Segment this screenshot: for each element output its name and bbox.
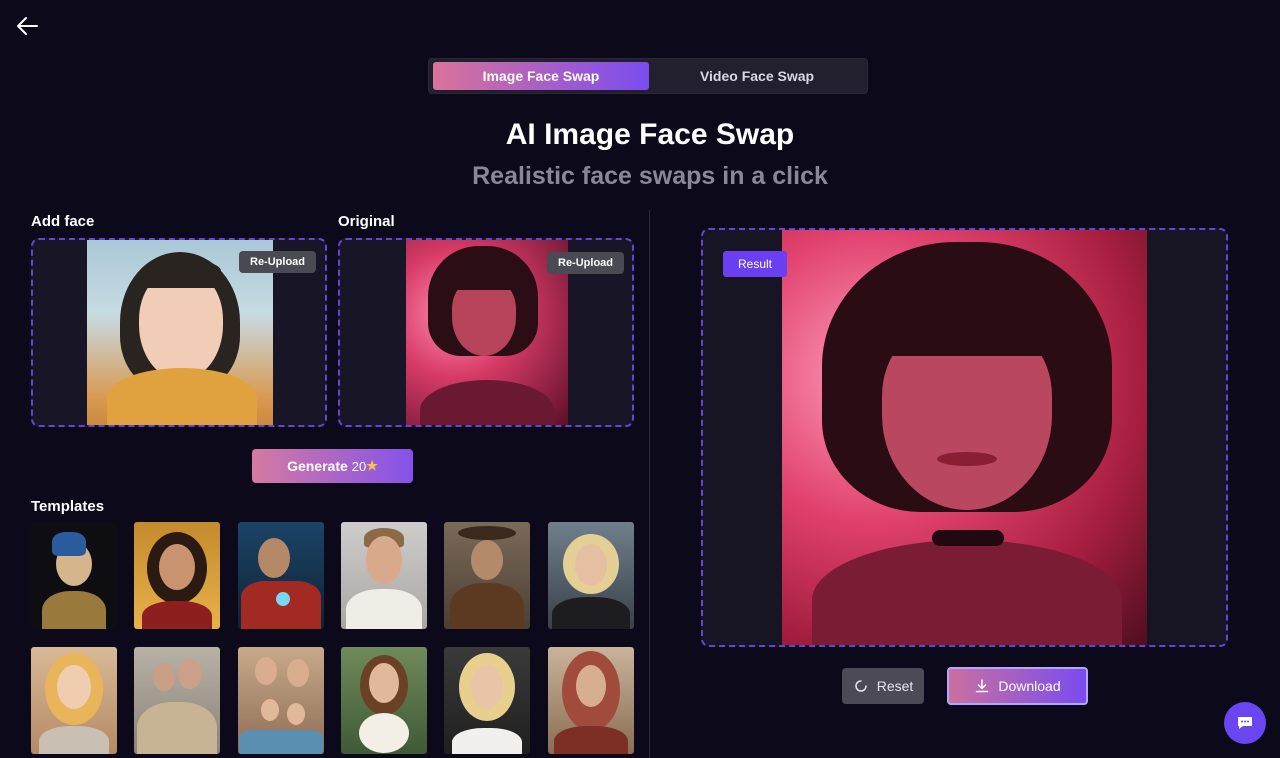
template-item[interactable] (238, 522, 324, 629)
tab-image-face-swap[interactable]: Image Face Swap (433, 62, 649, 90)
template-item[interactable] (341, 522, 427, 629)
add-face-reupload-button[interactable]: Re-Upload (239, 251, 316, 273)
panel-divider (649, 210, 650, 758)
mode-tabs: Image Face Swap Video Face Swap (428, 58, 868, 94)
template-item[interactable] (548, 522, 634, 629)
generate-button[interactable]: Generate 20 ★ (252, 449, 413, 483)
download-button[interactable]: Download (947, 667, 1088, 705)
template-item[interactable] (134, 522, 220, 629)
template-item[interactable] (444, 647, 530, 754)
download-icon (976, 679, 989, 693)
back-button[interactable] (12, 12, 42, 42)
add-face-label: Add face (31, 213, 95, 230)
download-label: Download (998, 678, 1061, 694)
reset-label: Reset (876, 678, 914, 694)
template-item[interactable] (548, 647, 634, 754)
chat-button[interactable] (1224, 702, 1266, 744)
reset-button[interactable]: Reset (842, 668, 924, 704)
original-dropzone[interactable]: Re-Upload (338, 238, 634, 427)
generate-cost: 20 (351, 458, 367, 474)
template-item[interactable] (31, 522, 117, 629)
chat-icon (1238, 717, 1252, 729)
result-panel (701, 228, 1228, 647)
original-reupload-button[interactable]: Re-Upload (547, 252, 624, 274)
result-photo (782, 230, 1147, 645)
original-label: Original (338, 213, 395, 230)
page-subtitle: Realistic face swaps in a click (472, 162, 828, 190)
page-title: AI Image Face Swap (505, 118, 795, 151)
result-badge: Result (723, 251, 787, 277)
tab-video-face-swap[interactable]: Video Face Swap (649, 62, 865, 90)
template-item[interactable] (341, 647, 427, 754)
star-icon: ★ (366, 458, 378, 473)
original-photo (406, 240, 568, 425)
template-item[interactable] (31, 647, 117, 754)
arrow-left-icon (17, 17, 38, 35)
templates-heading: Templates (31, 498, 105, 515)
refresh-icon (854, 680, 867, 692)
generate-label: Generate (287, 458, 348, 474)
add-face-dropzone[interactable]: Re-Upload (31, 238, 327, 427)
template-item[interactable] (444, 522, 530, 629)
template-item[interactable] (134, 647, 220, 754)
template-item[interactable] (238, 647, 324, 754)
